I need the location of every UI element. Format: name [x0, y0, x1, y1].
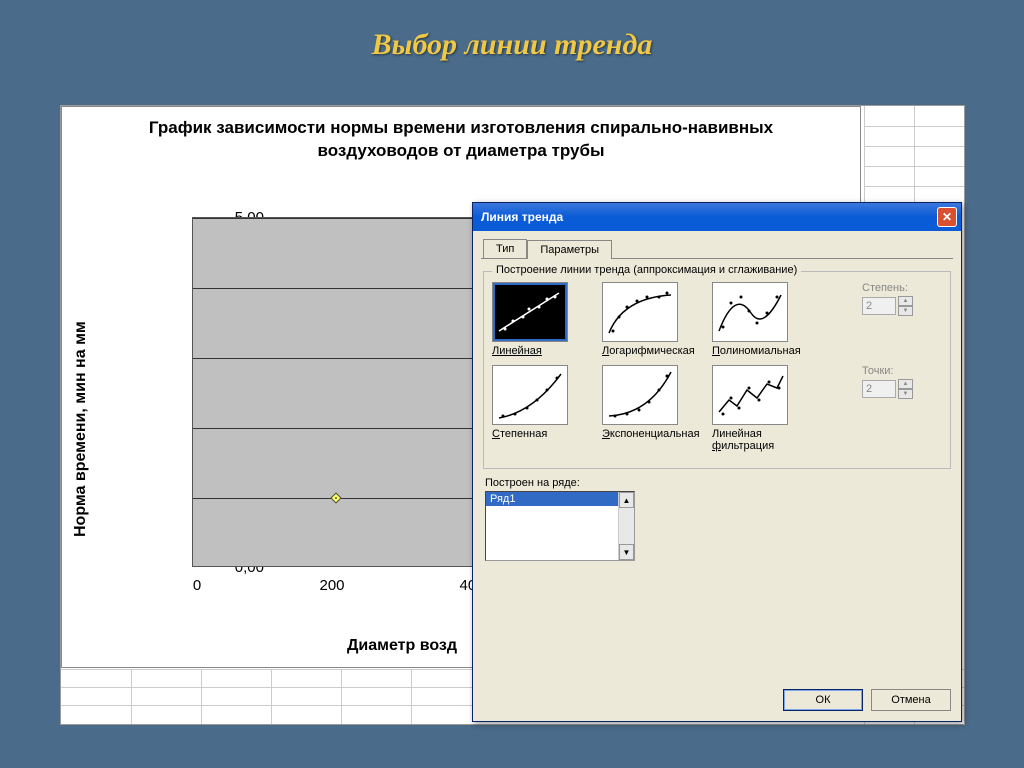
trend-type-group: Построение линии тренда (аппроксимация и…	[483, 271, 951, 469]
trend-label-exponential: Экспоненциальная	[602, 428, 694, 440]
group-legend: Построение линии тренда (аппроксимация и…	[492, 264, 801, 276]
series-built-on-label: Построен на ряде:	[485, 477, 953, 489]
trend-option-logarithmic[interactable]	[602, 282, 678, 342]
chart-title: График зависимости нормы времени изготов…	[62, 107, 860, 169]
trend-label-polynomial: Полиномиальная	[712, 345, 804, 357]
slide-title: Выбор линии тренда	[0, 0, 1024, 72]
tab-type[interactable]: Тип	[483, 239, 527, 258]
trendline-dialog: Линия тренда ✕ Тип Параметры Построение …	[472, 202, 962, 722]
x-tick: 200	[312, 577, 352, 594]
y-axis-label: Норма времени, мин на мм	[72, 321, 90, 537]
dialog-titlebar[interactable]: Линия тренда ✕	[473, 203, 961, 231]
scroll-down-icon[interactable]: ▼	[619, 544, 634, 560]
degree-label: Степень:	[862, 282, 942, 294]
trend-option-power[interactable]	[492, 365, 568, 425]
points-down-icon: ▼	[898, 389, 913, 399]
degree-down-icon: ▼	[898, 306, 913, 316]
scroll-up-icon[interactable]: ▲	[619, 492, 634, 508]
trend-option-linear[interactable]	[492, 282, 568, 342]
tab-panel-type: Построение линии тренда (аппроксимация и…	[481, 258, 953, 561]
trend-option-moving-average[interactable]	[712, 365, 788, 425]
data-point	[330, 492, 341, 503]
dialog-title: Линия тренда	[481, 210, 563, 224]
trend-option-exponential[interactable]	[602, 365, 678, 425]
close-icon[interactable]: ✕	[937, 207, 957, 227]
cancel-button[interactable]: Отмена	[871, 689, 951, 711]
points-up-icon: ▲	[898, 379, 913, 389]
points-label: Точки:	[862, 365, 942, 377]
ok-button[interactable]: ОК	[783, 689, 863, 711]
trend-label-power: Степенная	[492, 428, 584, 440]
trend-label-logarithmic: Логарифмическая	[602, 345, 694, 357]
points-input	[862, 380, 896, 398]
tab-parameters[interactable]: Параметры	[527, 240, 612, 259]
trend-label-moving: Линейная фильтрация	[712, 428, 804, 452]
degree-input	[862, 297, 896, 315]
scrollbar[interactable]: ▲ ▼	[618, 492, 634, 560]
trend-option-polynomial[interactable]	[712, 282, 788, 342]
trend-label-linear: Линейная	[492, 345, 584, 357]
dialog-tabs: Тип Параметры	[473, 231, 961, 258]
x-tick: 0	[177, 577, 217, 594]
series-listbox[interactable]: Ряд1 ▲ ▼	[485, 491, 635, 561]
series-item[interactable]: Ряд1	[486, 492, 634, 506]
degree-up-icon: ▲	[898, 296, 913, 306]
